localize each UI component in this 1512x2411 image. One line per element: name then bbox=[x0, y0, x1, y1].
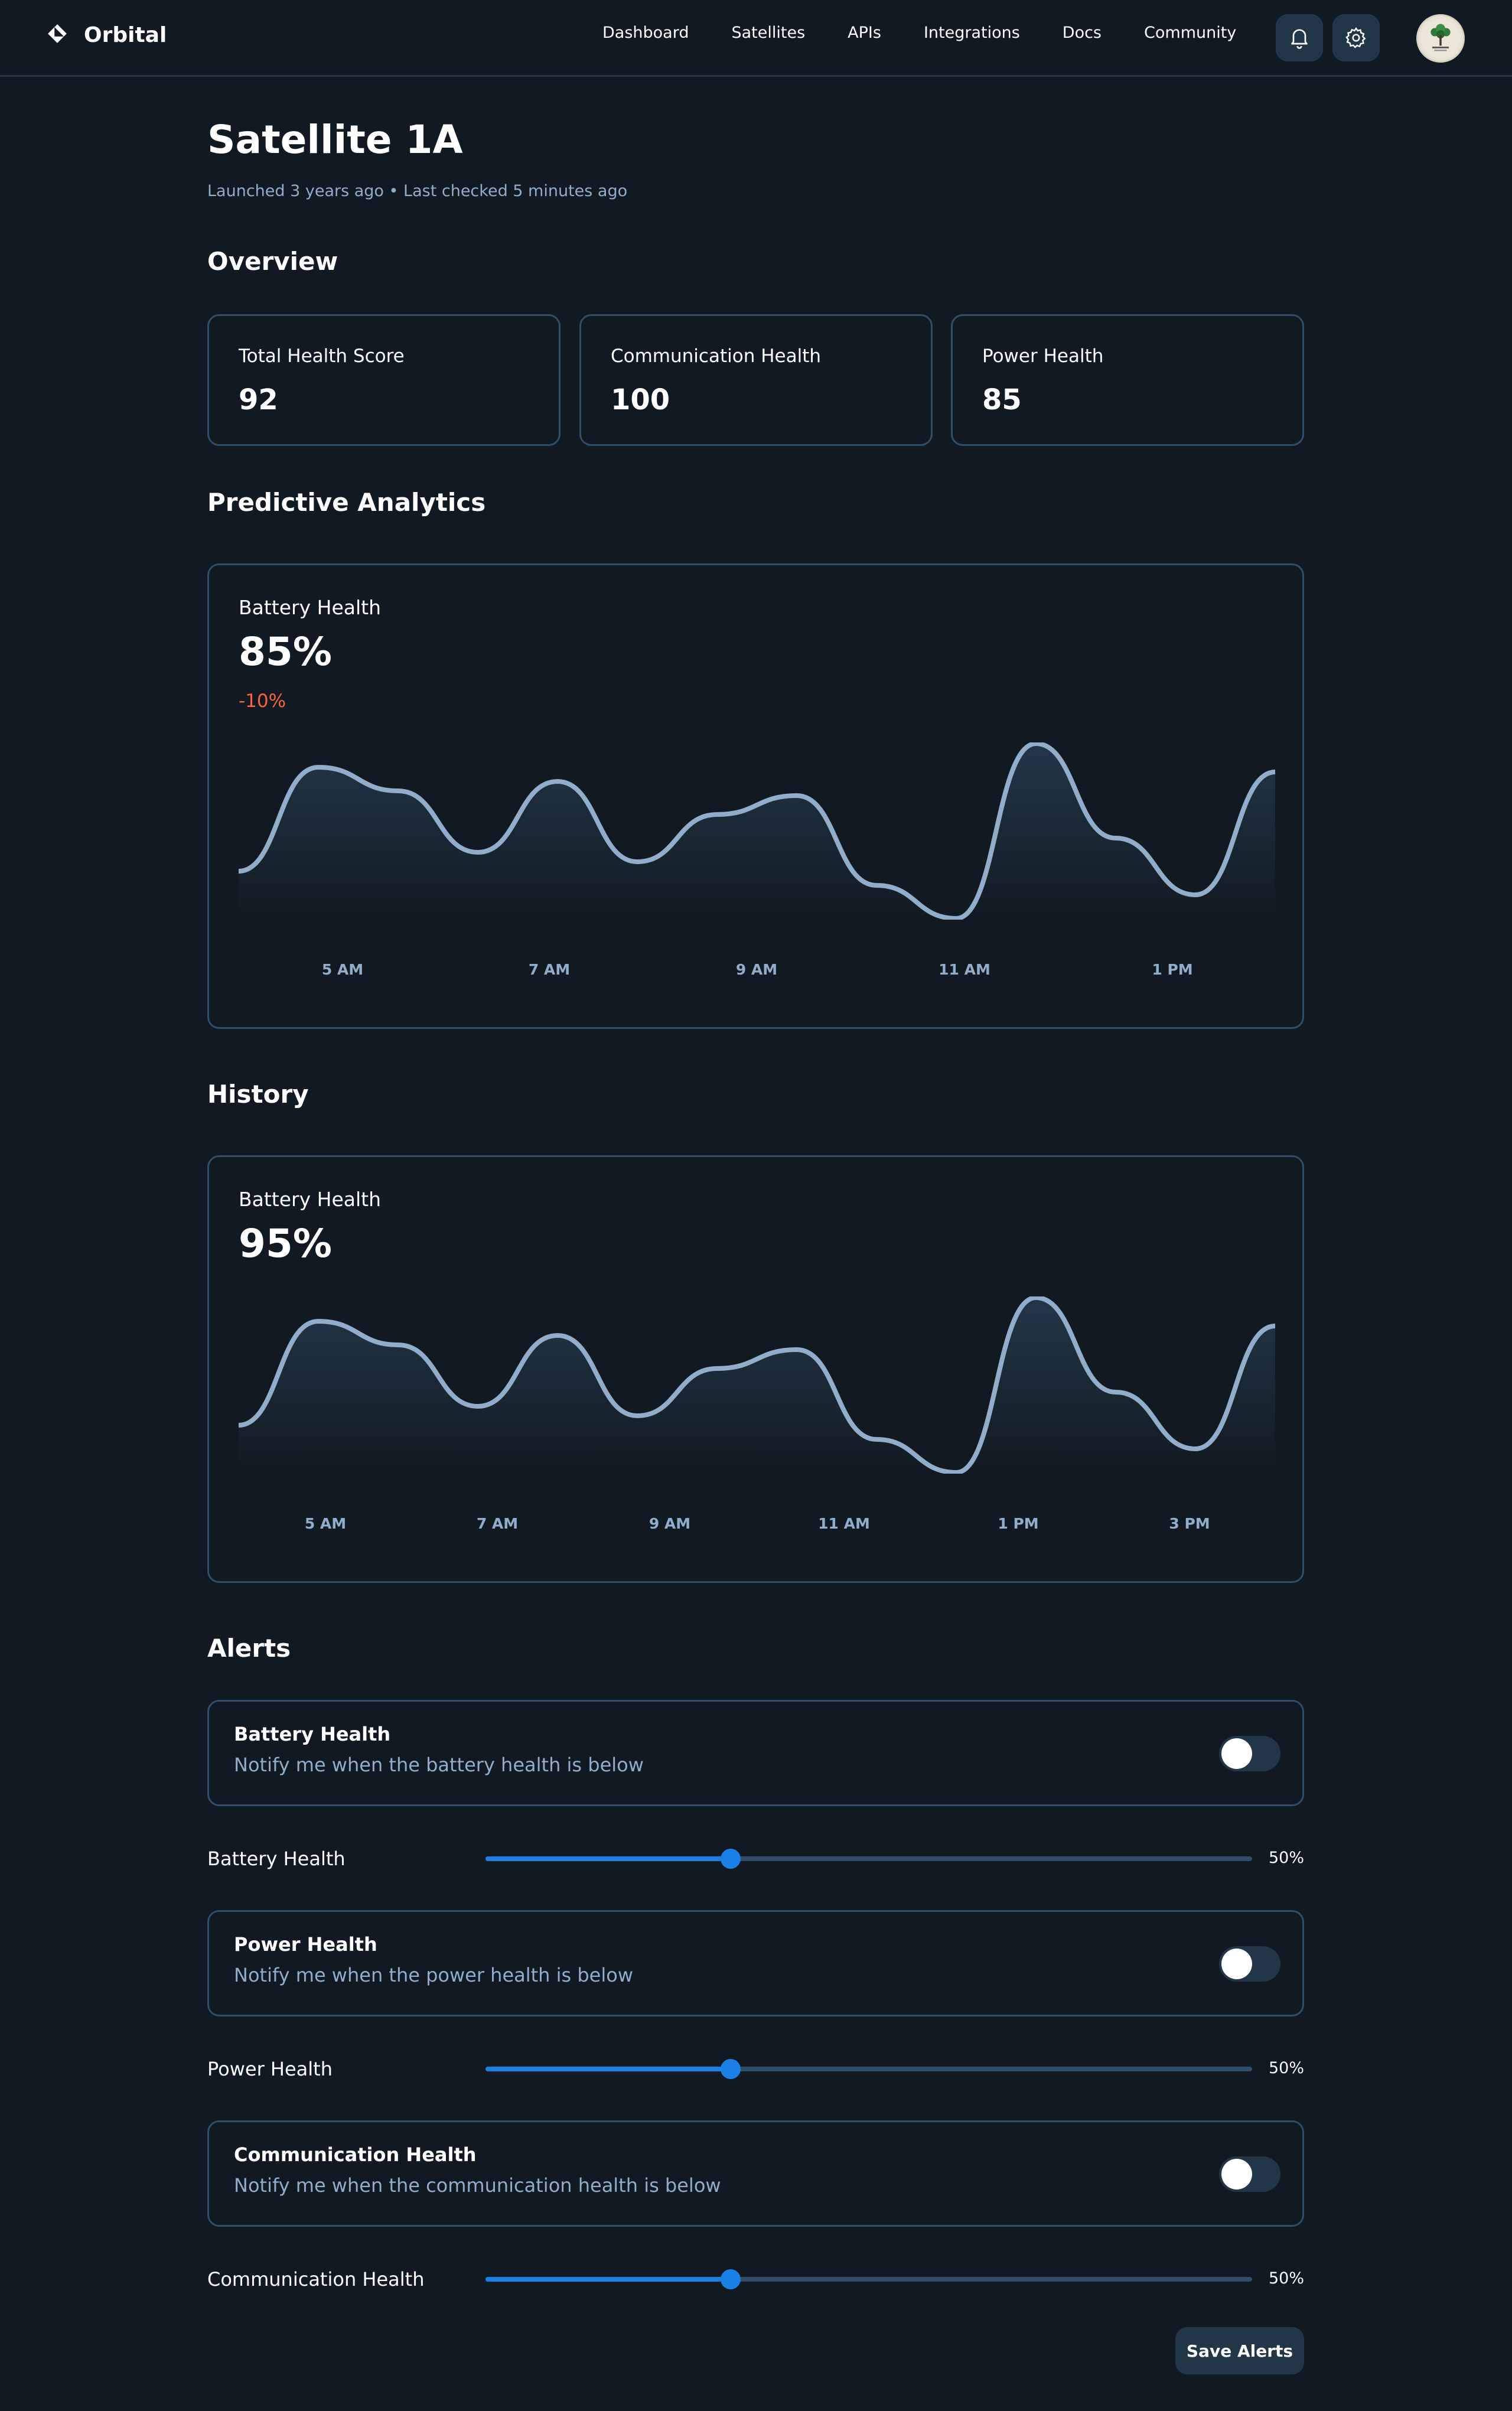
bell-icon bbox=[1291, 29, 1308, 49]
chart-area bbox=[239, 1298, 1275, 1472]
alert-description: Notify me when the battery health is bel… bbox=[234, 1754, 644, 1776]
x-tick: 11 AM bbox=[939, 961, 990, 978]
alert-description: Notify me when the power health is below bbox=[234, 1964, 633, 1986]
stat-card-communication-health: Communication Health 100 bbox=[579, 314, 933, 446]
overview-heading: Overview bbox=[207, 247, 338, 276]
page-title: Satellite 1A bbox=[207, 117, 463, 162]
battery-threshold-row: Battery Health 50% bbox=[207, 1840, 1304, 1876]
alert-title: Communication Health bbox=[234, 2143, 477, 2166]
gear-icon bbox=[1345, 27, 1366, 48]
alert-card-communication: Communication Health Notify me when the … bbox=[207, 2120, 1304, 2227]
stat-label: Total Health Score bbox=[239, 346, 405, 367]
slider-label: Battery Health bbox=[207, 1848, 346, 1870]
alert-title: Power Health bbox=[234, 1933, 377, 1956]
power-threshold-slider[interactable] bbox=[485, 2059, 1252, 2079]
slider-fill bbox=[485, 1856, 731, 1861]
chart-label: Battery Health bbox=[239, 596, 381, 619]
toggle-knob bbox=[1221, 1738, 1252, 1769]
stat-label: Communication Health bbox=[611, 346, 821, 367]
toggle-knob bbox=[1221, 2159, 1252, 2190]
stat-value: 100 bbox=[611, 383, 670, 416]
alerts-heading: Alerts bbox=[207, 1634, 291, 1663]
brand[interactable]: Orbital bbox=[46, 22, 167, 47]
predictive-chart-card: Battery Health 85% -10% 5 AM 7 AM 9 AM 1… bbox=[207, 563, 1304, 1029]
page-subtitle: Launched 3 years ago • Last checked 5 mi… bbox=[207, 182, 628, 200]
stat-label: Power Health bbox=[982, 346, 1104, 367]
save-alerts-button[interactable]: Save Alerts bbox=[1175, 2327, 1304, 2374]
slider-thumb[interactable] bbox=[721, 2059, 741, 2079]
nav-dashboard[interactable]: Dashboard bbox=[602, 24, 689, 42]
main-nav: Dashboard Satellites APIs Integrations D… bbox=[602, 24, 1279, 42]
notifications-button[interactable] bbox=[1276, 14, 1323, 61]
predictive-analytics-heading: Predictive Analytics bbox=[207, 488, 486, 517]
x-tick: 9 AM bbox=[649, 1515, 691, 1532]
communication-threshold-row: Communication Health 50% bbox=[207, 2261, 1304, 2296]
alert-description: Notify me when the communication health … bbox=[234, 2174, 721, 2197]
x-tick: 11 AM bbox=[818, 1515, 870, 1532]
slider-fill bbox=[485, 2067, 731, 2071]
x-tick: 1 PM bbox=[1152, 961, 1193, 978]
slider-fill bbox=[485, 2277, 731, 2282]
brand-name: Orbital bbox=[84, 22, 167, 47]
x-tick: 5 AM bbox=[304, 1515, 347, 1532]
slider-value: 50% bbox=[1268, 2269, 1304, 2288]
power-threshold-row: Power Health 50% bbox=[207, 2051, 1304, 2086]
stat-card-total-health: Total Health Score 92 bbox=[207, 314, 561, 446]
x-tick: 1 PM bbox=[998, 1515, 1039, 1532]
chart-value: 85% bbox=[239, 629, 332, 675]
alert-card-battery: Battery Health Notify me when the batter… bbox=[207, 1700, 1304, 1806]
slider-thumb[interactable] bbox=[721, 2269, 741, 2289]
chart-label: Battery Health bbox=[239, 1188, 381, 1211]
x-tick: 7 AM bbox=[476, 1515, 519, 1532]
power-alert-toggle[interactable] bbox=[1219, 1946, 1280, 1982]
nav-satellites[interactable]: Satellites bbox=[731, 24, 805, 42]
nav-docs[interactable]: Docs bbox=[1063, 24, 1102, 42]
history-line-chart bbox=[239, 1296, 1275, 1474]
history-chart-card: Battery Health 95% 5 AM 7 AM 9 AM 11 AM … bbox=[207, 1155, 1304, 1583]
communication-threshold-slider[interactable] bbox=[485, 2269, 1252, 2289]
stat-value: 92 bbox=[239, 383, 278, 416]
nav-integrations[interactable]: Integrations bbox=[924, 24, 1020, 42]
chart-value: 95% bbox=[239, 1221, 332, 1266]
nav-community[interactable]: Community bbox=[1144, 24, 1236, 42]
top-nav-bar: Orbital Dashboard Satellites APIs Integr… bbox=[0, 0, 1512, 77]
x-tick: 5 AM bbox=[321, 961, 364, 978]
chart-delta: -10% bbox=[239, 690, 286, 712]
battery-threshold-slider[interactable] bbox=[485, 1849, 1252, 1869]
stat-value: 85 bbox=[982, 383, 1022, 416]
slider-label: Power Health bbox=[207, 2058, 333, 2080]
slider-thumb[interactable] bbox=[721, 1849, 741, 1869]
communication-alert-toggle[interactable] bbox=[1219, 2156, 1280, 2192]
x-tick: 7 AM bbox=[528, 961, 571, 978]
stat-card-power-health: Power Health 85 bbox=[951, 314, 1304, 446]
alert-title: Battery Health bbox=[234, 1723, 391, 1745]
slider-label: Communication Health bbox=[207, 2268, 425, 2291]
settings-button[interactable] bbox=[1332, 14, 1380, 61]
nav-apis[interactable]: APIs bbox=[848, 24, 881, 42]
battery-alert-toggle[interactable] bbox=[1219, 1736, 1280, 1771]
orbital-logo-icon bbox=[46, 22, 69, 47]
chart-area bbox=[239, 744, 1275, 918]
toggle-knob bbox=[1221, 1949, 1252, 1979]
x-tick: 3 PM bbox=[1169, 1515, 1210, 1532]
x-tick: 9 AM bbox=[735, 961, 778, 978]
slider-value: 50% bbox=[1268, 2059, 1304, 2077]
predictive-line-chart bbox=[239, 742, 1275, 920]
avatar[interactable] bbox=[1416, 14, 1465, 63]
slider-value: 50% bbox=[1268, 1849, 1304, 1867]
history-heading: History bbox=[207, 1080, 309, 1109]
alert-card-power: Power Health Notify me when the power he… bbox=[207, 1910, 1304, 2016]
